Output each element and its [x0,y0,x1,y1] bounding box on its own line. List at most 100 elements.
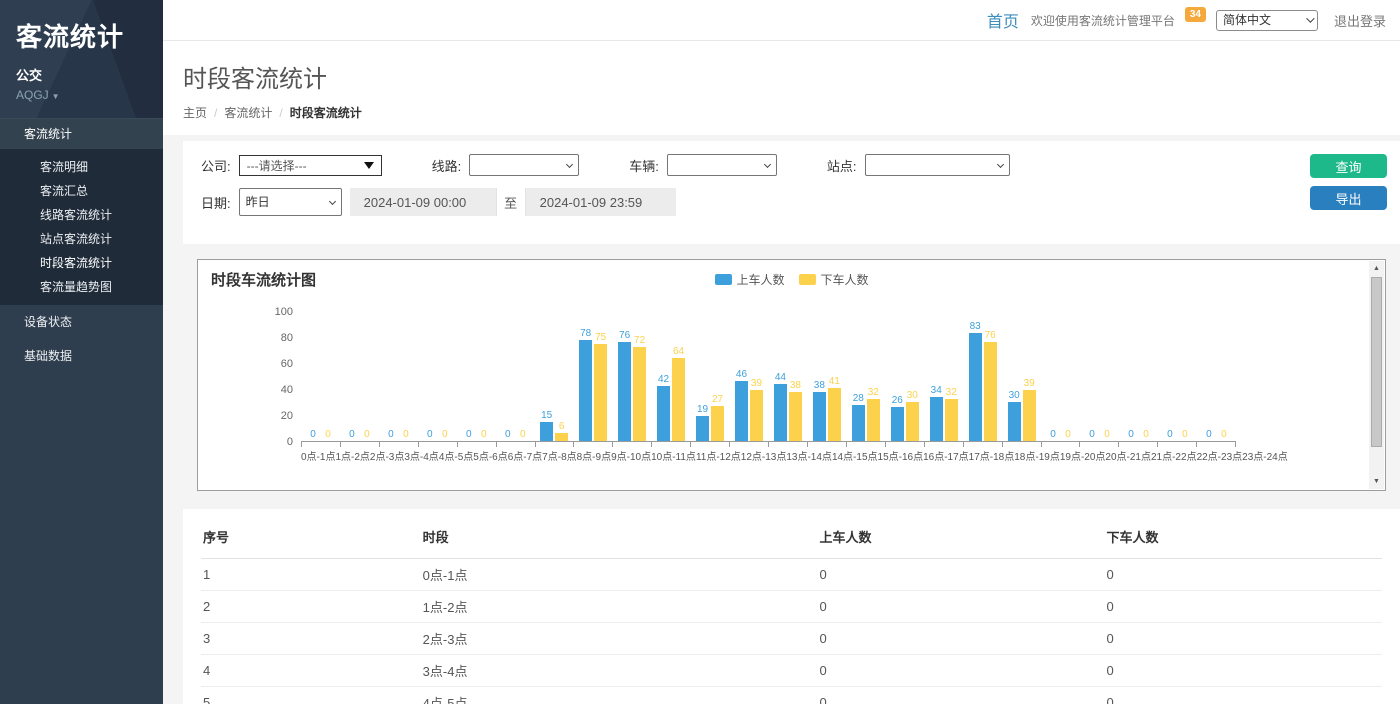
bar-下车人数-6[interactable]: 6 [555,421,568,441]
station-select[interactable] [865,154,1010,176]
bar-上车人数-14[interactable]: 28 [852,393,865,441]
bar-下车人数-3[interactable]: 0 [438,429,451,441]
bar-下车人数-8[interactable]: 72 [633,335,646,441]
bar-上车人数-23[interactable]: 0 [1202,429,1215,441]
bar-上车人数-0[interactable]: 0 [306,429,319,441]
legend-item-0[interactable]: 上车人数 [714,271,784,288]
legend-item-1[interactable]: 下车人数 [799,271,869,288]
bar-上车人数-2[interactable]: 0 [384,429,397,441]
bar-group-15: 2630 [885,312,924,441]
scroll-down-icon[interactable]: ▼ [1369,474,1384,489]
scroll-up-icon[interactable]: ▲ [1369,261,1384,276]
sidebar-item-0[interactable]: 客流明细 [0,155,163,179]
sidebar-item-5[interactable]: 客流量趋势图 [0,275,163,299]
date-start-input[interactable]: 2024-01-09 00:00 [350,188,496,216]
bar-下车人数-7[interactable]: 75 [594,332,607,442]
chart-panel: 时段车流统计图 上车人数下车人数 020406080100 0000000000… [197,259,1386,491]
date-preset-wrap: 昨日 [239,188,342,216]
bar-下车人数-16[interactable]: 32 [945,387,958,441]
bar-上车人数-20[interactable]: 0 [1086,429,1099,441]
welcome-text: 欢迎使用客流统计管理平台 [1031,12,1175,29]
bar-下车人数-15[interactable]: 30 [906,390,919,441]
bar-下车人数-2[interactable]: 0 [399,429,412,441]
bar-上车人数-10[interactable]: 19 [696,404,709,441]
bar-下车人数-12[interactable]: 38 [789,380,802,441]
sidebar-section-passenger-stats[interactable]: 客流统计 [0,118,163,149]
bar-下车人数-13[interactable]: 41 [828,376,841,441]
bar-下车人数-1[interactable]: 0 [360,429,373,441]
bar-上车人数-16[interactable]: 34 [930,385,943,441]
app-title: 客流统计 [16,22,147,53]
bar-上车人数-13[interactable]: 38 [813,380,826,441]
bar-下车人数-9[interactable]: 64 [672,346,685,441]
breadcrumb-item-0[interactable]: 主页 [183,106,207,120]
scrollbar-thumb[interactable] [1371,277,1382,447]
bar-value-label: 38 [790,380,801,391]
notification-badge[interactable]: 34 [1185,7,1206,22]
bar-上车人数-7[interactable]: 78 [579,328,592,441]
bar-下车人数-4[interactable]: 0 [477,429,490,441]
y-tick-label: 60 [281,358,293,370]
x-tick-label: 14点-15点 [832,448,878,463]
sidebar-bottom-item-1[interactable]: 基础数据 [0,339,163,373]
date-preset-select[interactable]: 昨日 [239,188,342,216]
bar-下车人数-10[interactable]: 27 [711,394,724,441]
home-link[interactable]: 首页 [987,8,1019,32]
bar-下车人数-0[interactable]: 0 [321,429,334,441]
bar-上车人数-8[interactable]: 76 [618,330,631,441]
sidebar-item-3[interactable]: 站点客流统计 [0,227,163,251]
line-select[interactable] [469,154,579,176]
bar-下车人数-20[interactable]: 0 [1101,429,1114,441]
bar-value-label: 0 [349,429,355,440]
language-select[interactable]: 简体中文 [1216,10,1318,31]
logout-link[interactable]: 退出登录 [1334,11,1386,30]
bar-下车人数-19[interactable]: 0 [1062,429,1075,441]
bar-上车人数-17[interactable]: 83 [969,321,982,441]
chart-scrollbar[interactable]: ▲ ▼ [1369,261,1384,489]
x-tick-label: 3点-4点 [404,448,438,463]
bar-上车人数-9[interactable]: 42 [657,374,670,441]
bar-下车人数-22[interactable]: 0 [1178,429,1191,441]
sidebar-item-1[interactable]: 客流汇总 [0,179,163,203]
bar-下车人数-5[interactable]: 0 [516,429,529,441]
vehicle-select[interactable] [667,154,777,176]
sidebar-bottom-item-0[interactable]: 设备状态 [0,305,163,339]
bar-下车人数-21[interactable]: 0 [1139,429,1152,441]
table-cell: 0 [1104,591,1382,623]
bar-上车人数-22[interactable]: 0 [1163,429,1176,441]
query-button[interactable]: 查询 [1310,154,1387,178]
table-cell: 3 [201,623,421,655]
table-cell: 1 [201,559,421,591]
date-end-input[interactable]: 2024-01-09 23:59 [526,188,676,216]
table-cell: 0 [1104,687,1382,704]
bar-group-20: 00 [1080,312,1119,441]
bar-group-11: 4639 [729,312,768,441]
bar-下车人数-17[interactable]: 76 [984,330,997,441]
bar-上车人数-21[interactable]: 0 [1124,429,1137,441]
bar-下车人数-18[interactable]: 39 [1023,378,1036,441]
company-select[interactable]: ---请选择--- [239,155,382,176]
bar-group-23: 00 [1197,312,1236,441]
x-tick [691,442,730,447]
bar-上车人数-3[interactable]: 0 [423,429,436,441]
bar-上车人数-15[interactable]: 26 [891,395,904,441]
bar-上车人数-6[interactable]: 15 [540,410,553,442]
table-col-header-1: 时段 [421,515,818,559]
bar-下车人数-11[interactable]: 39 [750,378,763,441]
bar-上车人数-1[interactable]: 0 [345,429,358,441]
sidebar-item-2[interactable]: 线路客流统计 [0,203,163,227]
bar-上车人数-19[interactable]: 0 [1047,429,1060,441]
sidebar-item-4[interactable]: 时段客流统计 [0,251,163,275]
bar-上车人数-12[interactable]: 44 [774,372,787,441]
bar-下车人数-14[interactable]: 32 [867,387,880,441]
bar-上车人数-18[interactable]: 30 [1008,390,1021,441]
org-selector[interactable]: AQGJ▼ [16,88,147,102]
bar-下车人数-23[interactable]: 0 [1217,429,1230,441]
breadcrumb-item-1[interactable]: 客流统计 [224,106,272,120]
export-button[interactable]: 导出 [1310,186,1387,210]
bar-上车人数-11[interactable]: 46 [735,369,748,441]
triangle-down-icon [364,162,374,169]
bar-value-label: 72 [634,335,645,346]
bar-上车人数-4[interactable]: 0 [462,429,475,441]
bar-上车人数-5[interactable]: 0 [501,429,514,441]
